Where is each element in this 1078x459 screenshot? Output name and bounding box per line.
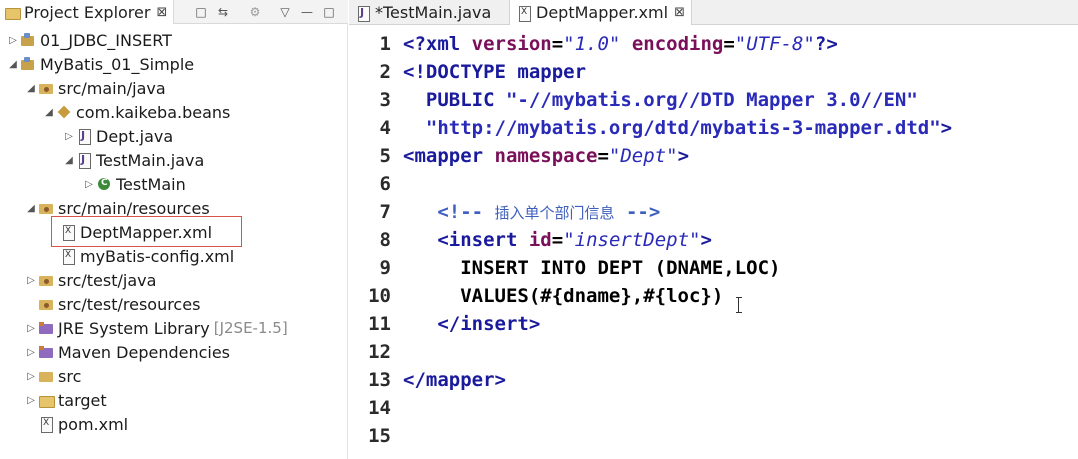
expand-icon[interactable]: ▷ — [24, 323, 38, 334]
collapse-icon[interactable]: ◢ — [24, 203, 38, 214]
code-line: 7 <!-- 插入单个部门信息 --> — [349, 198, 1078, 226]
tree-item-mybatis-01-simple[interactable]: ◢ MyBatis_01_Simple — [6, 52, 194, 76]
collapse-icon[interactable]: ◢ — [62, 155, 76, 166]
java-file-icon — [355, 5, 371, 22]
xml-file-icon — [60, 248, 76, 265]
tree-item-pom-xml[interactable]: pom.xml — [24, 412, 128, 436]
code-line: 5 <mapper namespace="Dept"> — [349, 142, 1078, 170]
expand-icon[interactable]: ▷ — [24, 371, 38, 382]
folder-icon — [38, 392, 55, 408]
line-number: 15 — [368, 425, 391, 447]
tab-label: DeptMapper.xml — [536, 3, 669, 22]
tree-item-01-jdbc-insert[interactable]: ▷ 01_JDBC_INSERT — [6, 28, 172, 52]
xml-file-icon — [38, 416, 54, 433]
minimize-icon[interactable]: — — [298, 3, 316, 21]
java-file-icon — [76, 152, 92, 169]
line-number: 12 — [368, 341, 391, 363]
xml-file-icon — [516, 5, 532, 22]
code-line: 8 <insert id="insertDept"> — [349, 226, 1078, 254]
code-line: 13 </mapper> — [349, 366, 1078, 394]
collapse-icon[interactable]: ◢ — [42, 107, 56, 118]
expand-icon[interactable]: ▷ — [6, 35, 20, 46]
code-line: 2 <!DOCTYPE mapper — [349, 58, 1078, 86]
line-number: 3 — [379, 89, 391, 111]
view-menu-icon[interactable]: ▽ — [276, 3, 294, 21]
line-number: 13 — [368, 369, 391, 391]
xml-file-icon — [60, 224, 76, 241]
code-line: 14 — [349, 394, 1078, 422]
link-with-editor-icon[interactable]: ⇆ — [214, 3, 232, 21]
tree-item-src-test-resources[interactable]: src/test/resources — [24, 292, 200, 316]
source-folder-icon — [38, 80, 54, 96]
project-explorer-header: Project Explorer ⊠ □ ⇆ ⚙ ▽ — □ — [0, 0, 348, 24]
close-icon[interactable]: ⊠ — [674, 5, 685, 20]
tree-item-dept-java[interactable]: ▷ Dept.java — [62, 124, 173, 148]
code-line: 6 — [349, 170, 1078, 198]
tree-item-target[interactable]: ▷ target — [24, 388, 107, 412]
code-line: 10 VALUES(#{dname},#{loc}) — [349, 282, 1078, 310]
tab-testmain-java[interactable]: *TestMain.java — [349, 0, 497, 25]
expand-icon[interactable]: ▷ — [24, 347, 38, 358]
package-icon — [56, 104, 72, 120]
folder-icon — [38, 368, 54, 384]
project-explorer-panel: Project Explorer ⊠ □ ⇆ ⚙ ▽ — □ ▷ 01_JDBC… — [0, 0, 348, 459]
tree-item-testmain-class[interactable]: ▷ TestMain — [82, 172, 186, 196]
source-folder-icon — [38, 272, 54, 288]
close-icon[interactable]: ⊠ — [156, 5, 167, 20]
source-folder-icon — [38, 296, 54, 312]
line-number: 11 — [368, 313, 391, 335]
tree-item-jre-system-library[interactable]: ▷ JRE System Library [J2SE-1.5] — [24, 316, 288, 340]
class-icon — [96, 176, 112, 192]
line-number: 10 — [368, 285, 391, 307]
tree-item-testmain-java[interactable]: ◢ TestMain.java — [62, 148, 204, 172]
source-folder-icon — [38, 200, 54, 216]
tab-label: *TestMain.java — [375, 3, 492, 22]
line-number: 4 — [379, 117, 391, 139]
tree-item-src-test-java[interactable]: ▷ src/test/java — [24, 268, 156, 292]
code-line: 15 — [349, 422, 1078, 450]
line-number: 1 — [379, 33, 391, 55]
line-number: 6 — [379, 173, 391, 195]
editor-tab-bar: *TestMain.java DeptMapper.xml ⊠ — [349, 0, 1078, 25]
java-file-icon — [76, 128, 92, 145]
library-icon — [38, 344, 54, 360]
line-number: 2 — [379, 61, 391, 83]
line-number: 7 — [379, 201, 391, 223]
project-explorer-tab[interactable]: Project Explorer ⊠ — [0, 0, 175, 24]
expand-icon[interactable]: ▷ — [24, 395, 38, 406]
maximize-icon[interactable]: □ — [320, 3, 338, 21]
tree-item-deptmapper-xml[interactable]: DeptMapper.xml — [46, 220, 212, 244]
collapse-icon[interactable]: ◢ — [6, 59, 20, 70]
code-line: 3 PUBLIC "-//mybatis.org//DTD Mapper 3.0… — [349, 86, 1078, 114]
expand-icon[interactable]: ▷ — [24, 275, 38, 286]
project-explorer-icon — [4, 4, 21, 20]
line-number: 8 — [379, 229, 391, 251]
line-number: 5 — [379, 145, 391, 167]
code-line: 4 "http://mybatis.org/dtd/mybatis-3-mapp… — [349, 114, 1078, 142]
tree-item-package[interactable]: ◢ com.kaikeba.beans — [42, 100, 230, 124]
line-number: 9 — [379, 257, 391, 279]
editor-panel: *TestMain.java DeptMapper.xml ⊠ 1 <?xml … — [349, 0, 1078, 459]
line-number: 14 — [368, 397, 391, 419]
code-line: 12 — [349, 338, 1078, 366]
filter-icon[interactable]: ⚙ — [246, 3, 264, 21]
collapse-all-icon[interactable]: □ — [192, 3, 210, 21]
expand-icon[interactable]: ▷ — [62, 131, 76, 142]
tree-item-mybatis-config-xml[interactable]: myBatis-config.xml — [46, 244, 234, 268]
library-icon — [38, 320, 54, 336]
text-cursor-icon — [736, 297, 742, 313]
tree-item-src-main-resources[interactable]: ◢ src/main/resources — [24, 196, 210, 220]
project-explorer-title: Project Explorer — [24, 2, 151, 22]
code-line: 9 INSERT INTO DEPT (DNAME,LOC) — [349, 254, 1078, 282]
project-icon — [20, 32, 36, 48]
tab-deptmapper-xml[interactable]: DeptMapper.xml ⊠ — [509, 0, 692, 25]
collapse-icon[interactable]: ◢ — [24, 83, 38, 94]
expand-icon[interactable]: ▷ — [82, 179, 96, 190]
tree-item-src-main-java[interactable]: ◢ src/main/java — [24, 76, 166, 100]
tree-item-maven-dependencies[interactable]: ▷ Maven Dependencies — [24, 340, 230, 364]
code-line: 1 <?xml version="1.0" encoding="UTF-8"?> — [349, 30, 1078, 58]
project-icon — [20, 56, 36, 72]
tree-item-src[interactable]: ▷ src — [24, 364, 81, 388]
code-line: 11 </insert> — [349, 310, 1078, 338]
